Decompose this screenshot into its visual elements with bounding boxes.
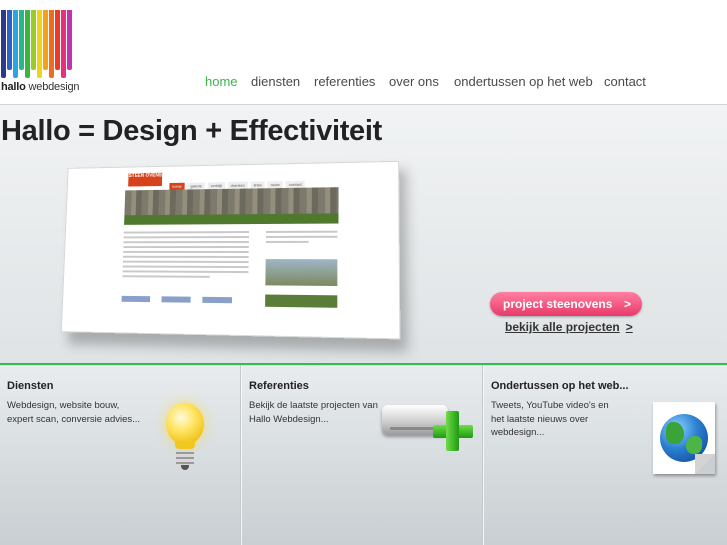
column-text-line: expert scan, conversie advies... [7,413,140,427]
nav-over-ons[interactable]: over ons [389,74,439,89]
screenshot-thumbnail [265,295,337,308]
logo-bar [7,10,12,70]
column-diensten[interactable]: Diensten Webdesign, website bouw, expert… [0,365,240,545]
column-title: Ondertussen op het web... [491,380,629,392]
project-steenovens-button[interactable]: project steenovens > [490,292,642,316]
column-text-line: Webdesign, website bouw, [7,399,140,413]
logo-bar [19,10,24,70]
screenshot-banner-image [124,187,338,225]
logo-bar [49,10,54,78]
logo-bar [31,10,36,70]
nav-referenties[interactable]: referenties [314,74,375,89]
screenshot-logo: STEEN OVENS [128,173,162,187]
column-text-line: het laatste nieuws over [491,413,609,427]
screenshot-thumbnail [265,259,337,286]
globe-document-icon [653,402,715,474]
logo-bar [1,10,6,78]
nav-ondertussen[interactable]: ondertussen op het web [454,74,593,89]
chevron-right-icon: > [626,320,633,334]
logo-bar [13,10,18,78]
column-text-line: Bekijk de laatste projecten van [249,399,378,413]
screenshot-text-column [122,228,250,303]
project-screenshot[interactable]: STEEN OVENS home galerie verblijf dranke… [61,161,401,340]
column-text-line: Tweets, YouTube video's en [491,399,609,413]
site-header: hallo webdesign home diensten referentie… [0,0,727,105]
column-text: Webdesign, website bouw, expert scan, co… [7,399,140,426]
column-title: Diensten [7,380,53,392]
column-text: Tweets, YouTube video's en het laatste n… [491,399,609,440]
logo-bar [55,10,60,70]
logo-bar [61,10,66,78]
column-text-line: webdesign... [491,426,609,440]
logo-bar [37,10,42,78]
all-projects-label: bekijk alle projecten [505,320,620,334]
hero-title: Hallo = Design + Effectiviteit [1,115,382,148]
nav-diensten[interactable]: diensten [251,74,300,89]
cta-label: project steenovens [503,297,612,311]
column-text-line: Hallo Webdesign... [249,413,378,427]
logo-bar [67,10,72,70]
logo-color-bars [1,10,72,78]
features-section: Diensten Webdesign, website bouw, expert… [0,365,727,545]
nav-home[interactable]: home [205,74,238,89]
column-ondertussen[interactable]: Ondertussen op het web... Tweets, YouTub… [483,365,727,545]
column-title: Referenties [249,380,309,392]
all-projects-link[interactable]: bekijk alle projecten > [505,320,633,334]
chevron-right-icon: > [624,297,631,311]
column-referenties[interactable]: Referenties Bekijk de laatste projecten … [241,365,483,545]
logo-bar [25,10,30,78]
column-text: Bekijk de laatste projecten van Hallo We… [249,399,378,426]
lightbulb-icon [161,403,209,475]
screenshot-partner-logos [121,296,258,308]
main-nav: home diensten referenties over ons onder… [0,74,727,94]
logo-bar [43,10,48,70]
add-drive-icon [382,401,476,451]
nav-contact[interactable]: contact [604,74,646,89]
hero-section: Hallo = Design + Effectiviteit STEEN OVE… [0,105,727,365]
